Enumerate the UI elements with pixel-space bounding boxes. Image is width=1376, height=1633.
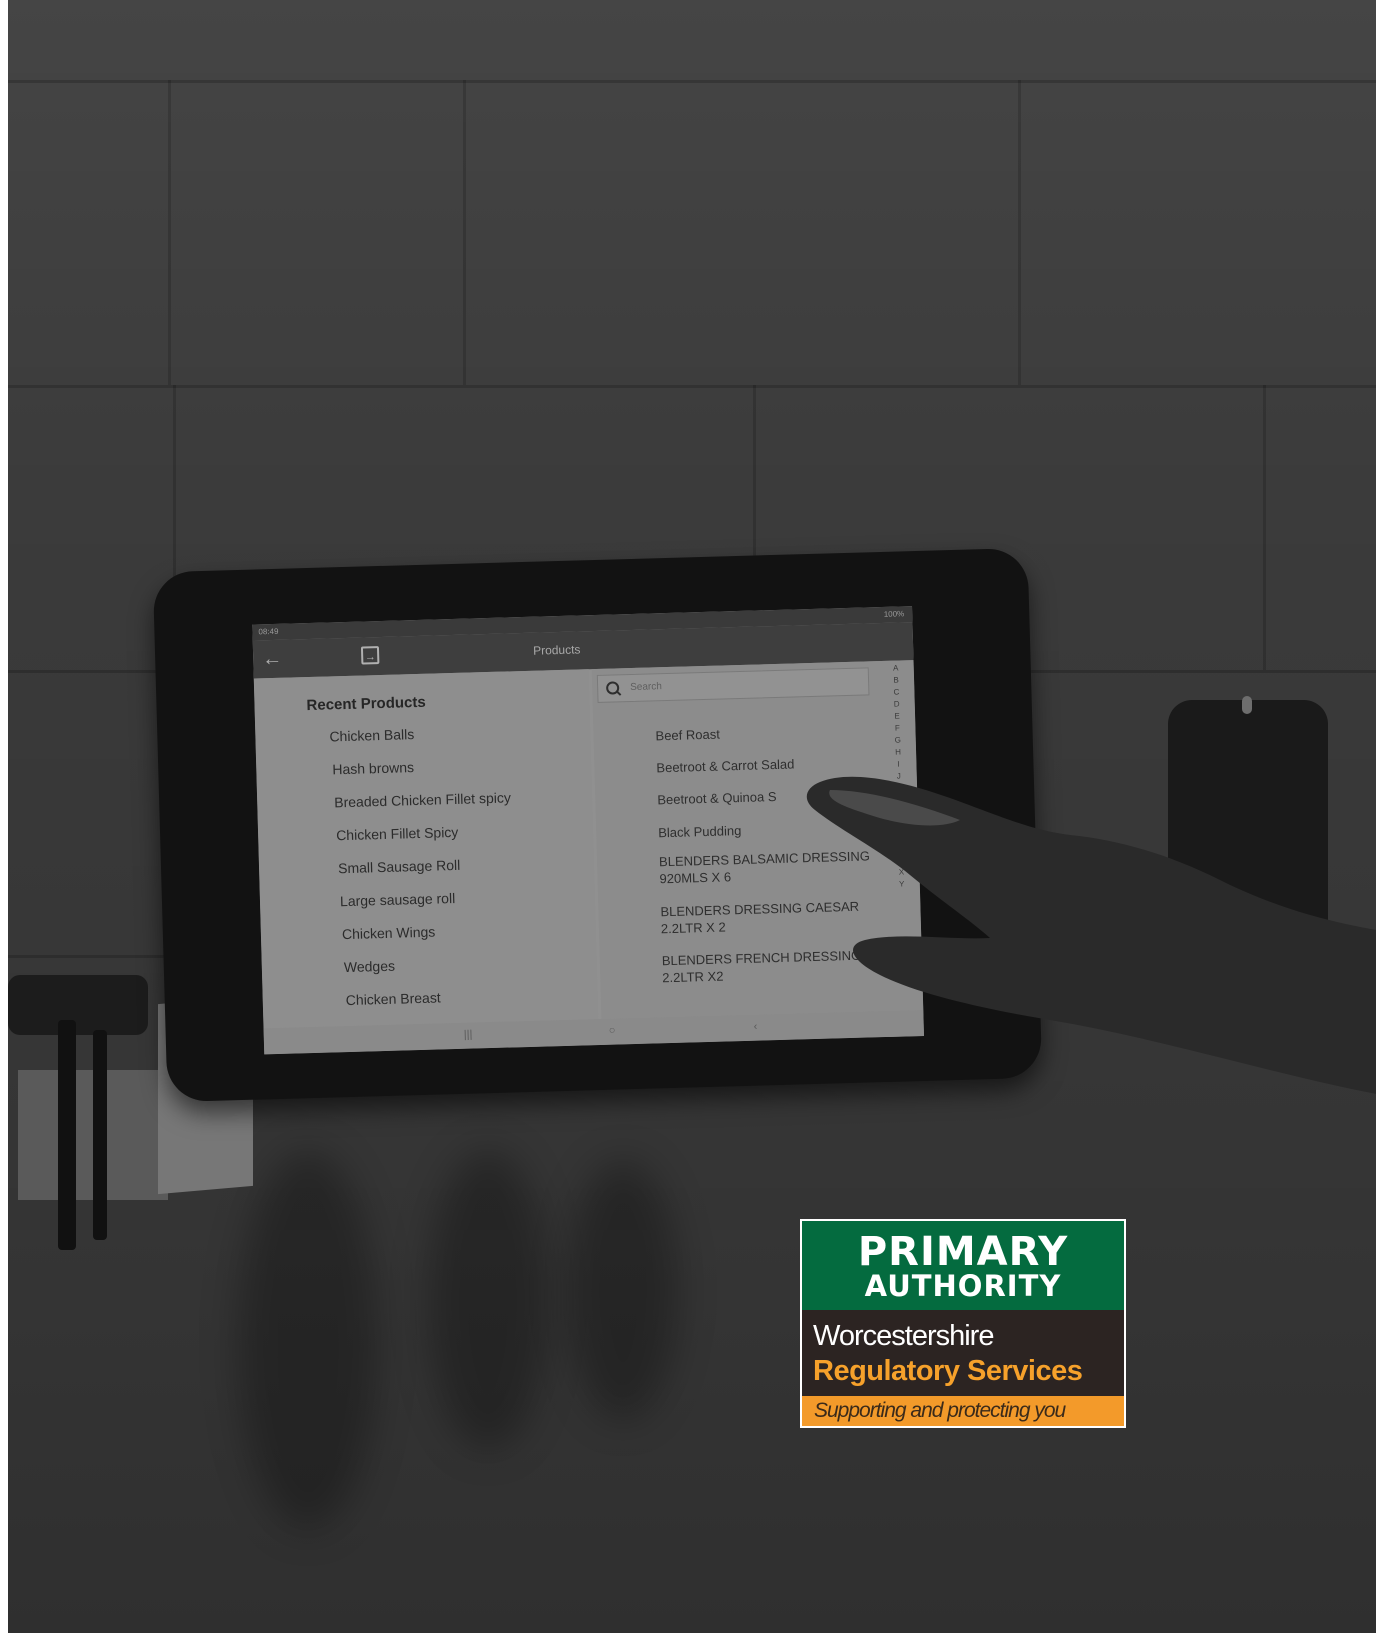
recent-product-item[interactable]: Chicken Wings xyxy=(342,924,436,943)
alphabet-index-letter[interactable]: B xyxy=(889,674,903,686)
recent-product-item[interactable]: Breaded Chicken Fillet spicy xyxy=(334,789,511,810)
search-icon xyxy=(606,681,620,695)
recent-products-heading: Recent Products xyxy=(306,693,426,715)
logo-dark-band: Worcestershire Regulatory Services xyxy=(802,1310,1124,1396)
tile-grout xyxy=(1263,385,1266,670)
cable xyxy=(93,1030,107,1240)
tile-grout xyxy=(168,80,171,385)
recent-product-item[interactable]: Large sausage roll xyxy=(340,890,456,909)
wall-mount xyxy=(8,975,148,1035)
exit-icon[interactable]: → xyxy=(360,646,380,665)
tile-grout xyxy=(8,80,1376,83)
tile-grout xyxy=(1018,80,1021,385)
arrow-left-icon[interactable]: ← xyxy=(259,646,286,673)
alphabet-index-letter[interactable]: H xyxy=(891,746,905,758)
app-title: Products xyxy=(532,642,581,658)
back-icon[interactable]: ‹ xyxy=(754,1021,758,1033)
product-name: Beef Roast xyxy=(655,726,721,744)
alphabet-index-letter[interactable]: D xyxy=(890,698,904,710)
logo-tagline: Supporting and protecting you xyxy=(814,1399,1066,1422)
status-battery: 100% xyxy=(883,609,905,619)
alphabet-index-letter[interactable]: C xyxy=(889,686,903,698)
home-icon[interactable]: ○ xyxy=(609,1025,616,1037)
product-name: Black Pudding xyxy=(658,822,742,841)
wall-lower xyxy=(8,1230,1376,1633)
pointing-hand xyxy=(806,776,1376,1094)
reflection xyxy=(238,1150,378,1530)
product-name: Beetroot & Carrot Salad xyxy=(656,756,795,776)
alphabet-index-letter[interactable]: E xyxy=(890,710,904,722)
recents-icon[interactable]: ||| xyxy=(464,1029,473,1041)
search-input[interactable]: Search xyxy=(596,667,870,703)
tile-grout xyxy=(8,385,1376,388)
logo-green-band: PRIMARY AUTHORITY xyxy=(802,1221,1124,1310)
logo-regulatory-services-text: Regulatory Services xyxy=(813,1355,1083,1387)
product-item[interactable]: Beetroot & Quinoa S xyxy=(657,788,777,808)
product-item[interactable]: Beetroot & Carrot Salad xyxy=(656,755,794,776)
logo-orange-band: Supporting and protecting you xyxy=(802,1396,1124,1426)
recent-product-item[interactable]: Chicken Balls xyxy=(329,726,414,744)
hand-shape xyxy=(806,776,1376,1094)
recent-product-item[interactable]: Chicken Fillet Spicy xyxy=(336,824,459,843)
product-name: Beetroot & Quinoa S xyxy=(657,788,777,808)
recent-products-pane: Recent Products Chicken Balls Hash brown… xyxy=(253,669,599,1029)
alphabet-index-letter[interactable]: F xyxy=(890,722,904,734)
logo-authority-text: AUTHORITY xyxy=(864,1269,1062,1303)
primary-authority-logo: PRIMARY AUTHORITY Worcestershire Regulat… xyxy=(800,1219,1126,1428)
tile-grout xyxy=(463,80,466,385)
logo-worcestershire-text: Worcestershire xyxy=(813,1320,994,1352)
alphabet-index-letter[interactable]: G xyxy=(891,734,905,746)
screw-hole xyxy=(1242,696,1252,714)
search-placeholder: Search xyxy=(630,681,663,694)
recent-product-item[interactable]: Hash browns xyxy=(332,759,414,777)
reflection xyxy=(428,1150,548,1450)
recent-product-item[interactable]: Small Sausage Roll xyxy=(338,857,461,876)
cable xyxy=(58,1020,76,1250)
product-item[interactable]: Beef Roast xyxy=(655,726,720,745)
recent-product-item[interactable]: Wedges xyxy=(344,958,396,975)
product-item[interactable]: Black Pudding xyxy=(658,822,742,841)
reflection xyxy=(568,1160,678,1420)
status-time: 08:49 xyxy=(258,626,279,637)
alphabet-index-letter[interactable]: A xyxy=(889,662,903,674)
recent-product-item[interactable]: Chicken Breast xyxy=(346,989,441,1008)
